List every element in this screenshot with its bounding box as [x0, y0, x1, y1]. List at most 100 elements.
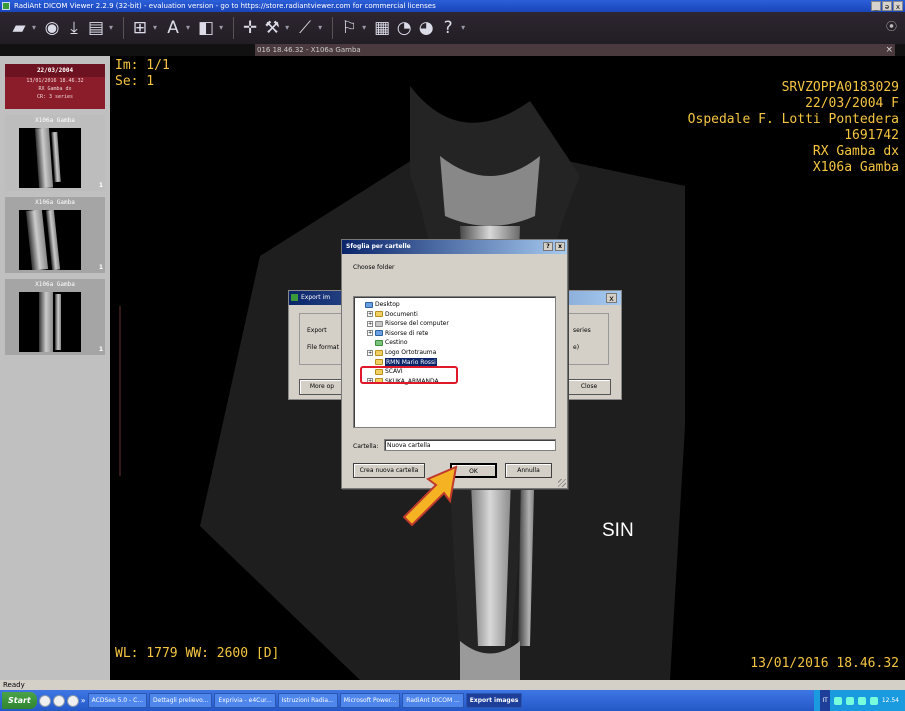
taskbar-task-button[interactable]: Istruzioni Radia... [277, 693, 338, 708]
taskbar-task-button[interactable]: RadiAnt DICOM ... [402, 693, 464, 708]
tray-security-icon[interactable] [857, 696, 866, 705]
folder-icon [375, 339, 383, 346]
download-icon[interactable]: ⤓ [65, 16, 83, 40]
chevron-down-icon[interactable]: ▾ [186, 16, 190, 40]
folder-tree-label: Risorse di rete [385, 329, 429, 337]
taskbar-task-button[interactable]: Exprivia - e4Cur... [214, 693, 276, 708]
close-icon[interactable]: x [555, 242, 565, 251]
clock: 12.54 [881, 697, 899, 704]
tab-study[interactable]: 016 18.46.32 - X106a Gamba × [255, 44, 895, 56]
tree-expander-icon[interactable]: + [367, 311, 373, 318]
taskbar-task-button[interactable]: Dettagli prelievo... [149, 693, 213, 708]
folder-icon [375, 320, 383, 327]
cancel-button[interactable]: Annulla [505, 463, 552, 478]
quicklaunch-chrome-icon[interactable] [52, 694, 65, 707]
chevron-down-icon[interactable]: ▾ [32, 16, 36, 40]
save-icon[interactable]: ▤ [87, 16, 105, 40]
resize-grip[interactable] [558, 479, 566, 487]
pan-icon[interactable]: ✛ [241, 16, 259, 40]
overlay-top-right: SRVZOPPA0183029 22/03/2004 F Ospedale F.… [688, 80, 899, 176]
fullscreen-icon[interactable]: ⦿ [886, 18, 897, 34]
status-text: Ready [3, 681, 25, 689]
folder-tree-item[interactable]: + Risorse del computer [367, 319, 449, 328]
series-thumbnail[interactable]: X106a Gamba 1 [5, 279, 105, 355]
browse-instruction: Choose folder [353, 264, 395, 271]
layout-icon[interactable]: ⊞ [131, 16, 149, 40]
folder-label: Cartella: [353, 443, 379, 450]
window-level-icon[interactable]: ◧ [197, 16, 215, 40]
language-indicator[interactable]: IT [820, 690, 830, 711]
start-button[interactable]: Start [2, 692, 37, 709]
browse-dialog-titlebar[interactable]: Sfoglia per cartelle ? x [342, 240, 567, 254]
measure-icon[interactable]: ⟋ [296, 16, 314, 40]
folder-name-input[interactable] [384, 439, 556, 451]
help-icon[interactable]: ? [439, 16, 457, 40]
tree-expander-icon[interactable]: + [367, 330, 373, 337]
file-format-label: File format [307, 344, 339, 351]
taskbar-task-button[interactable]: Export images [465, 693, 523, 708]
series-image-count: 1 [98, 264, 103, 271]
cine-icon[interactable]: ◔ [395, 16, 413, 40]
patient-id: SRVZOPPA0183029 [781, 80, 899, 95]
app-icon [291, 294, 298, 301]
film-icon[interactable]: ▦ [373, 16, 391, 40]
side-marker: SIN [602, 520, 634, 541]
cd-icon[interactable]: ◉ [43, 16, 61, 40]
tray-update-icon[interactable] [869, 696, 878, 705]
tab-close-icon[interactable]: × [885, 44, 893, 56]
taskbar-task-button[interactable]: ACDSee 5.0 - C... [87, 693, 148, 708]
taskbar-task-button[interactable]: Microsoft Power... [339, 693, 401, 708]
folder-tree-item[interactable]: Cestino [367, 338, 408, 347]
tray-volume-icon[interactable] [845, 696, 854, 705]
quicklaunch-ie-icon[interactable] [38, 694, 51, 707]
export-close-icon[interactable]: x [606, 293, 617, 303]
zoom-icon[interactable]: ⚒ [263, 16, 281, 40]
acquisition-datetime: 13/01/2016 18.46.32 [750, 656, 899, 671]
folder-tree-item[interactable]: + Risorse di rete [367, 329, 428, 338]
close-window-button[interactable]: x [893, 1, 903, 11]
folder-tree[interactable]: Desktop + Documenti + Risorse del computer + R… [353, 296, 556, 428]
toolbar-separator [123, 17, 125, 39]
chevron-down-icon[interactable]: ▾ [153, 16, 157, 40]
more-options-button[interactable]: More op [299, 379, 345, 395]
minimize-button[interactable]: _ [871, 1, 881, 11]
tray-network-icon[interactable] [833, 696, 842, 705]
help-icon[interactable]: ? [543, 242, 553, 251]
window-titlebar[interactable]: RadiAnt DICOM Viewer 2.2.9 (32-bit) - ev… [0, 0, 905, 12]
restore-button[interactable]: ə [882, 1, 892, 11]
task-buttons: ACDSee 5.0 - C... Dettagli prelievo... Exp… [87, 693, 523, 708]
reset-icon[interactable]: ⚐ [340, 16, 358, 40]
export-label: Export [307, 327, 327, 334]
window-level-readout: WL: 1779 WW: 2600 [D] [115, 646, 280, 661]
folder-tree-item[interactable]: Desktop [357, 300, 400, 309]
image-index: Im: 1/1 [115, 58, 170, 73]
series-label: X106a Gamba [35, 281, 75, 288]
series-thumbnail[interactable]: X106a Gamba 1 [5, 197, 105, 273]
export-dialog-title: Export im [301, 294, 331, 301]
mpr-icon[interactable]: ◕ [417, 16, 435, 40]
chevron-down-icon[interactable]: ▾ [109, 16, 113, 40]
series-label: X106a Gamba [35, 117, 75, 124]
pointer-arrow-icon [402, 465, 458, 527]
folder-tree-item[interactable]: + Logo Ortotrauma [367, 348, 436, 357]
open-folder-icon[interactable]: ▰ [10, 16, 28, 40]
study-header[interactable]: 22/03/2004 13/01/2016 18.46.32 RX Gamba … [5, 64, 105, 109]
chevron-down-icon[interactable]: ▾ [318, 16, 322, 40]
series-preview-image [19, 292, 81, 352]
browse-folder-dialog: Sfoglia per cartelle ? x Choose folder D… [341, 239, 568, 489]
tree-expander-icon[interactable]: + [367, 349, 373, 356]
study-date: 22/03/2004 [5, 64, 105, 77]
tree-expander-icon[interactable]: + [367, 320, 373, 327]
chevron-down-icon[interactable]: ▾ [219, 16, 223, 40]
series-thumbnail[interactable]: X106a Gamba 1 [5, 115, 105, 191]
export-close-button[interactable]: Close [567, 379, 611, 395]
folder-tree-item[interactable]: + Documenti [367, 310, 418, 319]
quicklaunch-app-icon[interactable] [66, 694, 79, 707]
chevron-down-icon[interactable]: ▾ [362, 16, 366, 40]
annotation-text-icon[interactable]: A [164, 16, 182, 40]
chevron-down-icon[interactable]: ▾ [285, 16, 289, 40]
series-label: X106a Gamba [35, 199, 75, 206]
folder-tree-label: Documenti [385, 310, 418, 318]
quicklaunch-more-icon[interactable]: » [81, 696, 86, 705]
chevron-down-icon[interactable]: ▾ [461, 16, 465, 40]
